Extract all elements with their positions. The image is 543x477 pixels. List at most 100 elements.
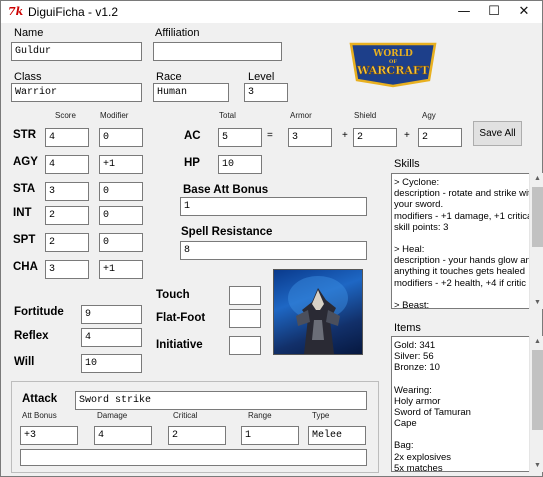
- int-score-field[interactable]: 2: [45, 206, 89, 225]
- cha-score-field[interactable]: 3: [45, 260, 89, 279]
- base-att-bonus-field[interactable]: 1: [180, 197, 367, 216]
- ac-armor-field[interactable]: 3: [288, 128, 332, 147]
- critical-field[interactable]: 2: [168, 426, 226, 445]
- skills-line: skill points: 3: [394, 221, 449, 233]
- sta-modifier-field[interactable]: 0: [99, 182, 143, 201]
- items-textbox[interactable]: Gold: 341 Silver: 56 Bronze: 10 Wearing:…: [391, 336, 531, 472]
- touch-label: Touch: [156, 289, 190, 301]
- modifier-header: Modifier: [100, 111, 129, 120]
- ac-agy-field[interactable]: 2: [418, 128, 462, 147]
- items-line: Gold: 341: [394, 340, 436, 351]
- level-field[interactable]: 3: [244, 83, 288, 102]
- attack-name-field[interactable]: Sword strike: [75, 391, 367, 410]
- str-modifier-field[interactable]: 0: [99, 128, 143, 147]
- hp-field[interactable]: 10: [218, 155, 262, 174]
- scroll-down-icon[interactable]: ▼: [530, 297, 543, 309]
- flat-foot-label: Flat-Foot: [156, 312, 206, 324]
- attack-notes-field[interactable]: [20, 449, 367, 466]
- class-label: Class: [14, 71, 42, 83]
- base-att-bonus-label: Base Att Bonus: [183, 184, 269, 196]
- ac-shield-field[interactable]: 2: [353, 128, 397, 147]
- name-label: Name: [14, 27, 44, 39]
- items-line: Bag:: [394, 440, 414, 452]
- spell-resistance-field[interactable]: 8: [180, 241, 367, 260]
- attack-label: Attack: [22, 393, 58, 405]
- initiative-label: Initiative: [156, 339, 203, 351]
- affiliation-label: Affiliation: [155, 27, 200, 39]
- title-bar: 7k DiguiFicha - v1.2 — ☐ ✕: [1, 1, 542, 23]
- race-field[interactable]: Human: [153, 83, 229, 102]
- save-all-button[interactable]: Save All: [473, 121, 522, 146]
- agy-header: Agy: [422, 111, 436, 120]
- ac-total-field[interactable]: 5: [218, 128, 262, 147]
- skills-textbox[interactable]: > Cyclone: description - rotate and stri…: [391, 173, 531, 309]
- items-label: Items: [394, 322, 421, 334]
- total-header: Total: [219, 111, 236, 120]
- skills-line: description - rotate and strike with: [394, 188, 531, 200]
- agy-label: AGY: [13, 156, 38, 168]
- initiative-field[interactable]: [229, 336, 261, 355]
- str-score-field[interactable]: 4: [45, 128, 89, 147]
- score-header: Score: [55, 111, 76, 120]
- armor-header: Armor: [290, 111, 312, 120]
- scroll-up-icon[interactable]: ▲: [530, 336, 543, 348]
- skills-label: Skills: [394, 158, 420, 170]
- skills-scrollbar[interactable]: ▲ ▼: [529, 173, 543, 309]
- items-line: [394, 429, 528, 440]
- plus-sign-1: +: [342, 130, 348, 141]
- spt-label: SPT: [13, 234, 36, 246]
- items-scroll-thumb[interactable]: [532, 350, 543, 430]
- maximize-icon[interactable]: ☐: [479, 1, 509, 23]
- items-line: [394, 374, 528, 385]
- spt-modifier-field[interactable]: 0: [99, 233, 143, 252]
- equals-sign: =: [267, 130, 273, 141]
- hp-label: HP: [184, 157, 200, 169]
- range-header: Range: [248, 411, 272, 420]
- level-label: Level: [248, 71, 275, 83]
- att-bonus-header: Att Bonus: [22, 411, 57, 420]
- agy-modifier-field[interactable]: +1: [99, 155, 143, 174]
- spell-resistance-label: Spell Resistance: [181, 226, 273, 238]
- touch-field[interactable]: [229, 286, 261, 305]
- minimize-icon[interactable]: —: [449, 1, 479, 23]
- range-field[interactable]: 1: [241, 426, 299, 445]
- items-line: 5x matches: [394, 462, 443, 472]
- window-title: DiguiFicha - v1.2: [28, 5, 119, 19]
- skills-line: modifiers - +2 health, +4 if critic: [394, 277, 526, 289]
- fortitude-field[interactable]: 9: [81, 305, 142, 324]
- items-line: Cape: [394, 418, 417, 430]
- damage-field[interactable]: 4: [94, 426, 152, 445]
- skills-line: anything it touches gets healed: [394, 266, 525, 278]
- skills-line: your sword.: [394, 199, 444, 211]
- class-field[interactable]: Warrior: [11, 83, 142, 102]
- reflex-field[interactable]: 4: [81, 328, 142, 347]
- spt-score-field[interactable]: 2: [45, 233, 89, 252]
- will-label: Will: [14, 356, 35, 368]
- close-icon[interactable]: ✕: [509, 1, 539, 23]
- skills-line: > Heal:: [394, 244, 425, 256]
- items-line: 2x explosives: [394, 451, 452, 463]
- scroll-down-icon[interactable]: ▼: [530, 460, 543, 472]
- plus-sign-2: +: [404, 130, 410, 141]
- type-field[interactable]: Melee: [308, 426, 366, 445]
- scroll-up-icon[interactable]: ▲: [530, 173, 543, 185]
- agy-score-field[interactable]: 4: [45, 155, 89, 174]
- skills-line: [394, 289, 528, 300]
- flat-foot-field[interactable]: [229, 309, 261, 328]
- logo-line1: WORLD: [372, 49, 413, 59]
- damage-header: Damage: [97, 411, 128, 420]
- logo-line2: WARCRAFT: [356, 64, 430, 77]
- will-field[interactable]: 10: [81, 354, 142, 373]
- affiliation-field[interactable]: [153, 42, 282, 61]
- items-scrollbar[interactable]: ▲ ▼: [529, 336, 543, 472]
- name-field[interactable]: Guldur: [11, 42, 142, 61]
- skills-scroll-thumb[interactable]: [532, 187, 543, 247]
- race-label: Race: [156, 71, 182, 83]
- skills-line: [394, 233, 528, 244]
- cha-modifier-field[interactable]: +1: [99, 260, 143, 279]
- sta-score-field[interactable]: 3: [45, 182, 89, 201]
- items-line: Bronze: 10: [394, 362, 440, 374]
- att-bonus-field[interactable]: +3: [20, 426, 78, 445]
- int-modifier-field[interactable]: 0: [99, 206, 143, 225]
- app-window: 7k DiguiFicha - v1.2 — ☐ ✕ Name Guldur A…: [0, 0, 543, 477]
